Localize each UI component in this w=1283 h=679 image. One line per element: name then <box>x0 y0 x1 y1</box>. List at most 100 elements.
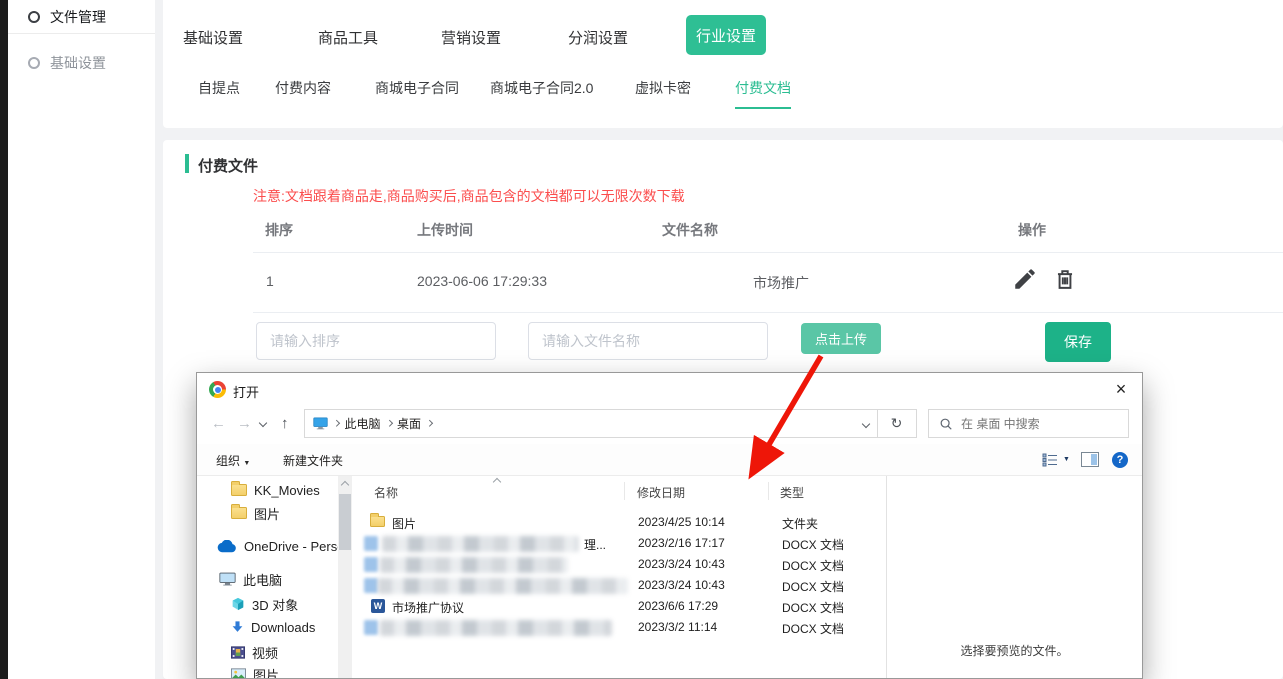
crumb-separator-icon <box>333 420 339 426</box>
subtab-econtract-2[interactable]: 商城电子合同2.0 <box>490 78 593 107</box>
subtab-virtual-card[interactable]: 虚拟卡密 <box>635 78 691 107</box>
preview-pane-icon[interactable] <box>1081 452 1099 467</box>
col-header-actions: 操作 <box>1018 220 1046 240</box>
redacted-name <box>380 557 568 573</box>
back-icon[interactable]: ← <box>211 415 226 432</box>
subtab-pickup-point[interactable]: 自提点 <box>198 78 240 107</box>
open-file-dialog: 打开 × ← → ↑ 此电脑 桌面 ↻ 在 桌面 中搜索 组织 <box>196 372 1143 679</box>
tab-profit-sharing[interactable]: 分润设置 <box>568 27 628 48</box>
word-doc-icon-blurred <box>364 620 378 635</box>
file-col-type[interactable]: 类型 <box>780 484 804 501</box>
cell-upload-time: 2023-06-06 17:29:33 <box>417 273 547 289</box>
col-header-upload-time: 上传时间 <box>417 220 473 240</box>
breadcrumb-desktop[interactable]: 桌面 <box>397 415 421 432</box>
preview-hint: 选择要预览的文件。 <box>887 642 1142 659</box>
sort-caret-icon <box>493 478 501 486</box>
view-mode-caret-icon[interactable]: ▼ <box>1063 456 1070 463</box>
tree-item-this-pc[interactable]: 此电脑 <box>219 570 282 588</box>
tree-item-downloads[interactable]: Downloads <box>231 618 315 636</box>
redacted-name <box>378 578 628 594</box>
folder-icon <box>231 484 247 496</box>
address-dropdown-chevron-icon[interactable] <box>862 419 870 427</box>
cell-file-name: 市场推广 <box>753 273 809 293</box>
folder-icon <box>231 507 247 519</box>
radio-icon <box>28 57 40 69</box>
file-name-input[interactable] <box>528 322 768 360</box>
search-placeholder: 在 桌面 中搜索 <box>961 415 1040 432</box>
organize-button[interactable]: 组织 ▼ <box>216 452 250 469</box>
file-row-redacted[interactable]: 理... 2023/2/16 17:17 DOCX 文档 <box>352 533 886 554</box>
recent-pages-chevron-icon[interactable] <box>259 419 267 427</box>
subtab-econtract[interactable]: 商城电子合同 <box>375 78 459 107</box>
column-divider[interactable] <box>624 482 625 500</box>
app-root: 文件管理 基础设置 基础设置 商品工具 营销设置 分润设置 行业设置 自提点 付… <box>0 0 1283 679</box>
breadcrumb-this-pc[interactable]: 此电脑 <box>345 415 381 432</box>
search-icon <box>939 417 953 431</box>
edit-icon[interactable] <box>1012 266 1038 292</box>
word-doc-icon: W <box>371 599 385 613</box>
search-box[interactable]: 在 桌面 中搜索 <box>928 409 1129 438</box>
scroll-up-icon[interactable] <box>341 481 349 489</box>
sidebar: 文件管理 基础设置 <box>8 0 155 679</box>
tree-item-videos[interactable]: 视频 <box>231 643 278 661</box>
view-mode-icon[interactable] <box>1042 453 1058 467</box>
notice-text: 注意:文档跟着商品走,商品购买后,商品包含的文档都可以无限次数下载 <box>253 186 685 206</box>
subtab-paid-content[interactable]: 付费内容 <box>275 78 331 107</box>
word-doc-icon-blurred <box>364 578 378 593</box>
dialog-body: KK_Movies 图片 OneDrive - Perso 此电脑 3D 对象 <box>197 476 1142 678</box>
sidebar-item-file-management[interactable]: 文件管理 <box>8 0 155 34</box>
tab-marketing[interactable]: 营销设置 <box>441 27 501 48</box>
file-row-redacted[interactable]: 2023/3/24 10:43 DOCX 文档 <box>352 554 886 575</box>
delete-icon[interactable] <box>1052 266 1078 292</box>
crumb-separator-icon <box>426 420 432 426</box>
address-bar[interactable]: 此电脑 桌面 <box>304 409 878 438</box>
folder-icon <box>370 516 385 527</box>
redacted-name <box>380 620 612 636</box>
caret-down-icon: ▼ <box>243 460 250 467</box>
tree-item-pictures-folder[interactable]: 图片 <box>231 504 280 522</box>
tab-product-tools[interactable]: 商品工具 <box>318 27 378 48</box>
dialog-title: 打开 <box>233 382 259 401</box>
tab-industry-settings[interactable]: 行业设置 <box>686 15 766 55</box>
file-row-redacted[interactable]: 2023/3/2 11:14 DOCX 文档 <box>352 617 886 638</box>
crumb-separator-icon <box>386 420 392 426</box>
column-divider[interactable] <box>768 482 769 500</box>
sidebar-item-label: 基础设置 <box>50 53 106 73</box>
file-row-pictures[interactable]: 图片 2023/4/25 10:14 文件夹 <box>352 512 886 533</box>
word-doc-icon-blurred <box>364 557 378 572</box>
tree-item-pictures[interactable]: 图片 <box>231 665 279 678</box>
col-header-order: 排序 <box>265 220 293 240</box>
save-button[interactable]: 保存 <box>1045 322 1111 362</box>
tree-scrollbar[interactable] <box>338 476 352 678</box>
cube-3d-icon <box>231 597 245 611</box>
close-icon[interactable]: × <box>1106 375 1136 403</box>
section-title: 付费文件 <box>198 155 258 176</box>
file-row-redacted[interactable]: 2023/3/24 10:43 DOCX 文档 <box>352 575 886 596</box>
col-header-file-name: 文件名称 <box>662 220 718 240</box>
computer-icon <box>219 572 236 586</box>
file-row-market-agreement[interactable]: W 市场推广协议 2023/6/6 17:29 DOCX 文档 <box>352 596 886 617</box>
order-input[interactable] <box>256 322 496 360</box>
new-folder-button[interactable]: 新建文件夹 <box>283 452 343 469</box>
film-icon <box>231 646 245 659</box>
picture-icon <box>231 668 246 678</box>
tree-item-onedrive[interactable]: OneDrive - Perso <box>217 537 338 555</box>
tree-item-kk-movies[interactable]: KK_Movies <box>231 481 320 499</box>
subtab-paid-docs[interactable]: 付费文档 <box>735 78 791 109</box>
sidebar-item-basic-settings[interactable]: 基础设置 <box>8 46 155 80</box>
scrollbar-thumb[interactable] <box>339 494 351 550</box>
tree-item-3d-objects[interactable]: 3D 对象 <box>231 595 298 613</box>
refresh-button[interactable]: ↻ <box>877 409 917 438</box>
file-list: 名称 修改日期 类型 图片 2023/4/25 10:14 文件夹 理... 2… <box>352 476 886 678</box>
upload-button[interactable]: 点击上传 <box>801 323 881 354</box>
radio-icon <box>28 11 40 23</box>
section-marker <box>185 154 189 173</box>
help-icon[interactable]: ? <box>1112 452 1128 468</box>
tab-basic-settings[interactable]: 基础设置 <box>183 27 243 48</box>
refresh-icon: ↻ <box>891 415 903 432</box>
up-icon[interactable]: ↑ <box>281 415 289 432</box>
onedrive-cloud-icon <box>217 540 237 553</box>
forward-icon[interactable]: → <box>237 415 252 432</box>
file-col-date[interactable]: 修改日期 <box>637 484 685 501</box>
file-col-name[interactable]: 名称 <box>374 484 398 501</box>
